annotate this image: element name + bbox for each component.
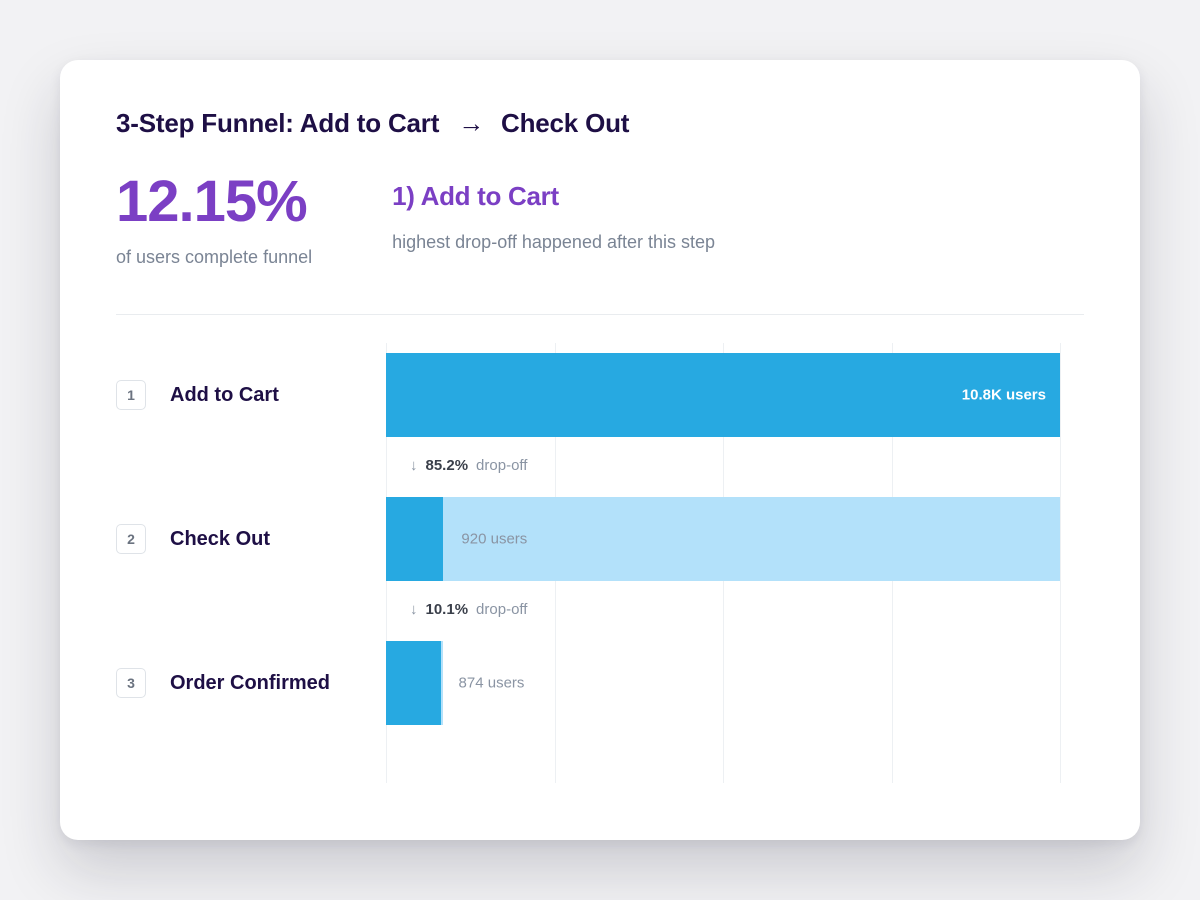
step-name: Order Confirmed <box>170 672 330 695</box>
bar-track: 10.8K users <box>386 353 1084 437</box>
funnel-card: 3-Step Funnel: Add to Cart → Check Out 1… <box>60 60 1140 840</box>
step-number-badge: 1 <box>116 380 146 410</box>
step-label: 3 Order Confirmed <box>116 668 386 698</box>
divider <box>116 314 1084 315</box>
highest-dropoff-block: 1) Add to Cart highest drop-off happened… <box>392 181 715 253</box>
bar-current <box>386 497 443 581</box>
arrow-down-icon: ↓ <box>410 601 418 618</box>
funnel-step-row: 2 Check Out 920 users <box>116 497 1084 581</box>
step-number-badge: 2 <box>116 524 146 554</box>
title-suffix: Check Out <box>501 108 629 138</box>
arrow-right-icon: → <box>458 108 484 139</box>
bar-value-label: 10.8K users <box>962 387 1046 404</box>
dropoff-suffix: drop-off <box>476 601 527 618</box>
highest-dropoff-sub: highest drop-off happened after this ste… <box>392 232 715 253</box>
bar-value-label: 920 users <box>461 531 527 548</box>
bar-value-label: 874 users <box>459 675 525 692</box>
card-title: 3-Step Funnel: Add to Cart → Check Out <box>116 108 1084 139</box>
conversion-metric: 12.15% of users complete funnel <box>116 173 312 268</box>
bar-track: 920 users <box>386 497 1084 581</box>
conversion-sub: of users complete funnel <box>116 247 312 268</box>
step-name: Add to Cart <box>170 384 279 407</box>
dropoff-row: ↓ 85.2% drop-off <box>410 457 527 474</box>
funnel-chart: 1 Add to Cart 10.8K users 2 Check Out 920 use… <box>116 343 1084 783</box>
bar-current <box>386 641 441 725</box>
step-number-badge: 3 <box>116 668 146 698</box>
funnel-step-row: 3 Order Confirmed 874 users <box>116 641 1084 725</box>
summary-row: 12.15% of users complete funnel 1) Add t… <box>116 173 1084 268</box>
highest-dropoff-step: 1) Add to Cart <box>392 181 715 212</box>
arrow-down-icon: ↓ <box>410 457 418 474</box>
title-prefix: 3-Step Funnel: Add to Cart <box>116 108 439 138</box>
dropoff-suffix: drop-off <box>476 457 527 474</box>
bar-current <box>386 353 1060 437</box>
step-name: Check Out <box>170 528 270 551</box>
conversion-percent: 12.15% <box>116 173 312 231</box>
step-label: 1 Add to Cart <box>116 380 386 410</box>
dropoff-row: ↓ 10.1% drop-off <box>410 601 527 618</box>
funnel-step-row: 1 Add to Cart 10.8K users <box>116 353 1084 437</box>
bar-track: 874 users <box>386 641 1084 725</box>
step-label: 2 Check Out <box>116 524 386 554</box>
dropoff-percent: 10.1% <box>426 601 469 618</box>
dropoff-percent: 85.2% <box>426 457 469 474</box>
